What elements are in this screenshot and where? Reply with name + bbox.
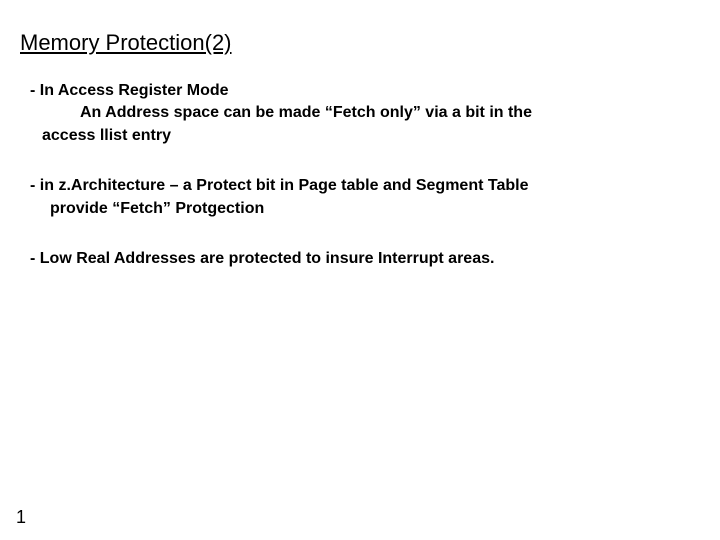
- page-title: Memory Protection(2): [20, 30, 700, 56]
- bullet-lead: - In Access Register Mode: [30, 82, 229, 99]
- bullet-item: - in z.Architecture – a Protect bit in P…: [20, 175, 700, 220]
- slide: Memory Protection(2) - In Access Registe…: [0, 0, 720, 540]
- bullet-item: - In Access Register Mode An Address spa…: [20, 80, 700, 147]
- bullet-sub: An Address space can be made “Fetch only…: [30, 102, 700, 124]
- bullet-lead: - in z.Architecture – a Protect bit in P…: [30, 177, 528, 194]
- bullet-lead: - Low Real Addresses are protected to in…: [30, 250, 494, 267]
- bullet-cont: provide “Fetch” Protgection: [30, 198, 700, 220]
- bullet-cont: access llist entry: [30, 125, 700, 147]
- bullet-item: - Low Real Addresses are protected to in…: [20, 248, 700, 270]
- page-number: 1: [16, 507, 26, 528]
